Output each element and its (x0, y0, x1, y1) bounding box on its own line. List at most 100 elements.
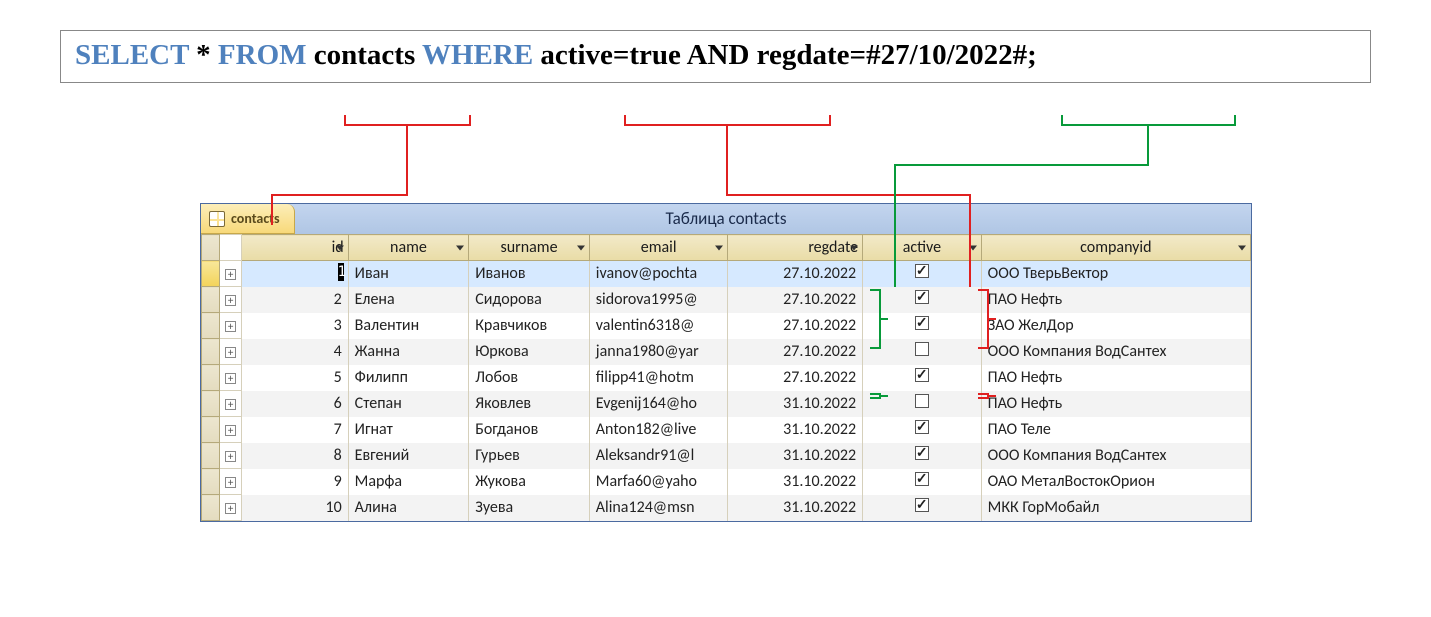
table-row[interactable]: +2ЕленаСидороваsidorova1995@27.10.2022ПА… (202, 287, 1251, 313)
col-header-regdate[interactable]: regdate (728, 235, 863, 261)
cell-name[interactable]: Евгений (348, 443, 469, 469)
cell-name[interactable]: Жанна (348, 339, 469, 365)
cell-regdate[interactable]: 31.10.2022 (728, 469, 863, 495)
row-handle[interactable] (202, 339, 220, 365)
cell-id[interactable]: 3 (242, 313, 349, 339)
row-handle[interactable] (202, 443, 220, 469)
cell-id[interactable]: 7 (242, 417, 349, 443)
cell-companyid[interactable]: ПАО Теле (981, 417, 1250, 443)
cell-name[interactable]: Степан (348, 391, 469, 417)
cell-surname[interactable]: Яковлев (469, 391, 590, 417)
cell-active[interactable] (863, 443, 982, 469)
checkbox-icon[interactable] (915, 342, 929, 356)
expand-button[interactable]: + (220, 365, 242, 391)
cell-surname[interactable]: Жукова (469, 469, 590, 495)
cell-companyid[interactable]: ПАО Нефть (981, 391, 1250, 417)
cell-companyid[interactable]: ЗАО ЖелДор (981, 313, 1250, 339)
cell-id[interactable]: 5 (242, 365, 349, 391)
cell-email[interactable]: sidorova1995@ (589, 287, 728, 313)
checkbox-icon[interactable] (915, 264, 929, 278)
row-handle[interactable] (202, 391, 220, 417)
cell-email[interactable]: janna1980@yar (589, 339, 728, 365)
cell-companyid[interactable]: ОАО МеталВостокОрион (981, 469, 1250, 495)
cell-email[interactable]: Anton182@live (589, 417, 728, 443)
cell-email[interactable]: ivanov@pochta (589, 261, 728, 287)
col-header-name[interactable]: name (348, 235, 469, 261)
cell-surname[interactable]: Сидорова (469, 287, 590, 313)
table-row[interactable]: +10АлинаЗуеваAlina124@msn31.10.2022МКК Г… (202, 495, 1251, 521)
cell-regdate[interactable]: 27.10.2022 (728, 365, 863, 391)
table-row[interactable]: +9МарфаЖуковаMarfa60@yaho31.10.2022 ОАО М… (202, 469, 1251, 495)
row-handle[interactable] (202, 417, 220, 443)
datasheet-tab-contacts[interactable]: contacts (201, 204, 295, 234)
cell-regdate[interactable]: 27.10.2022 (728, 287, 863, 313)
cell-email[interactable]: Evgenij164@ho (589, 391, 728, 417)
data-table[interactable]: id name surname email regdate active com… (201, 234, 1251, 521)
cell-active[interactable] (863, 261, 982, 287)
checkbox-icon[interactable] (915, 420, 929, 434)
cell-regdate[interactable]: 31.10.2022 (728, 443, 863, 469)
cell-email[interactable]: filipp41@hotm (589, 365, 728, 391)
expand-button[interactable]: + (220, 443, 242, 469)
cell-id[interactable]: 4 (242, 339, 349, 365)
cell-companyid[interactable]: ООО Компания ВодСантех (981, 339, 1250, 365)
cell-regdate[interactable]: 31.10.2022 (728, 495, 863, 521)
row-handle[interactable] (202, 287, 220, 313)
checkbox-icon[interactable] (915, 394, 929, 408)
checkbox-icon[interactable] (915, 316, 929, 330)
cell-active[interactable] (863, 287, 982, 313)
cell-regdate[interactable]: 27.10.2022 (728, 313, 863, 339)
cell-id[interactable]: 10 (242, 495, 349, 521)
cell-name[interactable]: Елена (348, 287, 469, 313)
cell-active[interactable] (863, 417, 982, 443)
cell-companyid[interactable]: МКК ГорМобайл (981, 495, 1250, 521)
row-selector-header[interactable] (202, 235, 220, 261)
row-handle[interactable] (202, 469, 220, 495)
cell-active[interactable] (863, 313, 982, 339)
cell-active[interactable] (863, 391, 982, 417)
cell-surname[interactable]: Иванов (469, 261, 590, 287)
table-row[interactable]: +8ЕвгенийГурьевAleksandr91@l31.10.2022ОО… (202, 443, 1251, 469)
cell-active[interactable] (863, 365, 982, 391)
cell-email[interactable]: Marfa60@yaho (589, 469, 728, 495)
checkbox-icon[interactable] (915, 368, 929, 382)
cell-id[interactable]: 1 (242, 261, 349, 287)
expand-button[interactable]: + (220, 391, 242, 417)
col-header-companyid[interactable]: companyid (981, 235, 1250, 261)
cell-surname[interactable]: Богданов (469, 417, 590, 443)
cell-name[interactable]: Алина (348, 495, 469, 521)
col-header-id[interactable]: id (242, 235, 349, 261)
table-row[interactable]: +1ИванИвановivanov@pochta27.10.2022ООО Т… (202, 261, 1251, 287)
table-row[interactable]: +5ФилиппЛобовfilipp41@hotm27.10.2022ПАО … (202, 365, 1251, 391)
cell-regdate[interactable]: 31.10.2022 (728, 417, 863, 443)
cell-name[interactable]: Марфа (348, 469, 469, 495)
cell-companyid[interactable]: ООО Компания ВодСантех (981, 443, 1250, 469)
cell-id[interactable]: 9 (242, 469, 349, 495)
expand-button[interactable]: + (220, 469, 242, 495)
cell-name[interactable]: Валентин (348, 313, 469, 339)
checkbox-icon[interactable] (915, 472, 929, 486)
checkbox-icon[interactable] (915, 446, 929, 460)
cell-name[interactable]: Филипп (348, 365, 469, 391)
cell-regdate[interactable]: 31.10.2022 (728, 391, 863, 417)
cell-companyid[interactable]: ПАО Нефть (981, 287, 1250, 313)
cell-regdate[interactable]: 27.10.2022 (728, 261, 863, 287)
row-handle[interactable] (202, 365, 220, 391)
cell-surname[interactable]: Лобов (469, 365, 590, 391)
col-header-email[interactable]: email (589, 235, 728, 261)
checkbox-icon[interactable] (915, 498, 929, 512)
checkbox-icon[interactable] (915, 290, 929, 304)
cell-email[interactable]: Alina124@msn (589, 495, 728, 521)
expand-button[interactable]: + (220, 313, 242, 339)
cell-active[interactable] (863, 469, 982, 495)
cell-email[interactable]: Aleksandr91@l (589, 443, 728, 469)
cell-email[interactable]: valentin6318@ (589, 313, 728, 339)
col-header-active[interactable]: active (863, 235, 982, 261)
col-header-surname[interactable]: surname (469, 235, 590, 261)
cell-surname[interactable]: Кравчиков (469, 313, 590, 339)
cell-active[interactable] (863, 495, 982, 521)
expand-button[interactable]: + (220, 261, 242, 287)
cell-name[interactable]: Иван (348, 261, 469, 287)
table-row[interactable]: +7ИгнатБогдановAnton182@live31.10.2022ПА… (202, 417, 1251, 443)
cell-regdate[interactable]: 27.10.2022 (728, 339, 863, 365)
